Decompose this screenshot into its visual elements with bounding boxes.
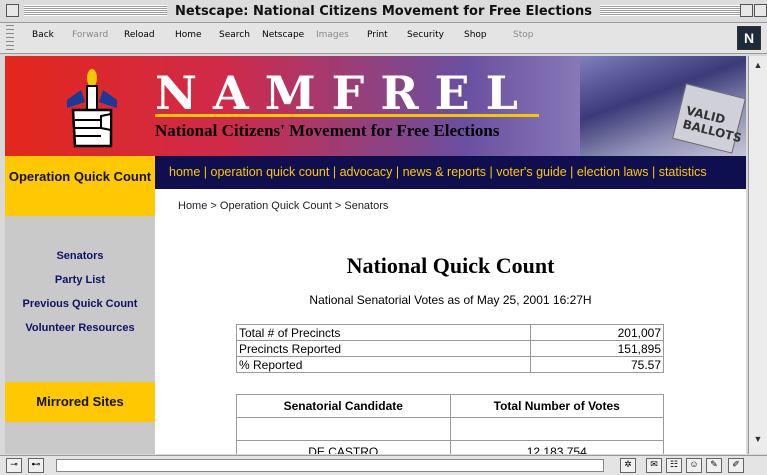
- window-title: Netscape: National Citizens Movement for…: [167, 4, 600, 19]
- navigator-component-icon[interactable]: ✲: [620, 458, 636, 473]
- stat-label: Total # of Precincts: [235, 324, 532, 341]
- breadcrumb: Home > Operation Quick Count > Senators: [178, 200, 388, 212]
- security-button[interactable]: Security: [407, 30, 444, 40]
- pen-icon[interactable]: ✐: [728, 458, 744, 473]
- table-row: Total # of Precincts 201,007: [235, 324, 664, 341]
- nav-separator: |: [570, 165, 574, 179]
- mail-component-icon[interactable]: ✉: [646, 458, 662, 473]
- composer-icon[interactable]: ✎: [706, 458, 722, 473]
- reload-button[interactable]: Reload: [124, 30, 155, 40]
- page-content: NAMFREL National Citizens' Movement for …: [5, 56, 746, 454]
- nav-separator: |: [395, 165, 400, 179]
- table-row: DE CASTRO 12,183,754: [236, 440, 664, 454]
- vertical-scrollbar[interactable]: ▲ ▼: [748, 56, 767, 454]
- breadcrumb-separator: >: [334, 200, 342, 212]
- breadcrumb-operation-quick-count[interactable]: Operation Quick Count: [220, 200, 332, 212]
- top-navbar: home | operation quick count | advocacy …: [155, 156, 746, 189]
- back-button[interactable]: Back: [32, 30, 54, 40]
- sidebar-mirrored-sites[interactable]: Mirrored Sites: [5, 382, 155, 422]
- nav-separator: |: [651, 165, 656, 179]
- address-book-icon[interactable]: ☺: [686, 458, 702, 473]
- print-button[interactable]: Print: [367, 30, 388, 40]
- banner-rule: [155, 114, 539, 117]
- votes-cell: [449, 417, 664, 441]
- nav-link-election-laws[interactable]: election laws: [577, 165, 649, 179]
- column-header-candidate: Senatorial Candidate: [236, 394, 451, 418]
- scroll-down-arrow-icon[interactable]: ▼: [752, 434, 764, 446]
- status-bar: ⊸ ⊷ ✲ ✉ ☷ ☺ ✎ ✐: [0, 455, 767, 475]
- votes-cell: 12,183,754: [449, 440, 664, 454]
- breadcrumb-current: Senators: [344, 200, 389, 212]
- namfrel-wordmark: NAMFREL: [155, 66, 534, 120]
- zoom-box-icon[interactable]: [740, 4, 753, 17]
- stat-value: 75.57: [530, 356, 664, 373]
- collapse-box-icon[interactable]: [754, 4, 767, 17]
- netscape-logo[interactable]: N: [737, 26, 761, 50]
- sidebar-link-previous-quick-count[interactable]: Previous Quick Count: [5, 298, 155, 310]
- stat-value: 151,895: [530, 340, 664, 357]
- precinct-stats-table: Total # of Precincts 201,007 Precincts R…: [235, 324, 664, 373]
- column-header-votes: Total Number of Votes: [449, 394, 664, 418]
- nav-links: home | operation quick count | advocacy …: [169, 165, 707, 179]
- namfrel-hand-logo: [67, 69, 117, 148]
- news-component-icon[interactable]: ☷: [666, 458, 682, 473]
- nav-link-operation-quick-count[interactable]: operation quick count: [211, 165, 330, 179]
- stop-button[interactable]: Stop: [513, 30, 533, 40]
- nav-link-news-reports[interactable]: news & reports: [403, 165, 486, 179]
- search-button[interactable]: Search: [219, 30, 250, 40]
- window-title-wrap: Netscape: National Citizens Movement for…: [0, 2, 767, 20]
- nav-separator: |: [489, 165, 493, 179]
- stat-value: 201,007: [530, 324, 664, 341]
- table-row: [236, 417, 664, 441]
- sidebar-link-party-list[interactable]: Party List: [5, 274, 155, 286]
- candidate-cell: [236, 417, 451, 441]
- nav-separator: |: [203, 165, 208, 179]
- sidebar-section-title: Operation Quick Count: [5, 156, 155, 216]
- ballot-box-image: VALID BALLOTS: [672, 83, 746, 154]
- breadcrumb-home[interactable]: Home: [178, 200, 207, 212]
- page-title: National Quick Count: [346, 253, 555, 278]
- page-subtitle: National Senatorial Votes as of May 25, …: [309, 293, 592, 307]
- forward-button[interactable]: Forward: [72, 30, 108, 40]
- navigation-toolbar: Back Forward Reload Home Search Netscape…: [0, 23, 767, 54]
- sidebar-link-senators[interactable]: Senators: [5, 250, 155, 262]
- nav-link-home[interactable]: home: [169, 165, 200, 179]
- breadcrumb-separator: >: [210, 200, 217, 212]
- connection-icon[interactable]: ⊷: [28, 458, 44, 473]
- shop-button[interactable]: Shop: [464, 30, 487, 40]
- stat-label: Precincts Reported: [235, 340, 532, 357]
- namfrel-banner: NAMFREL National Citizens' Movement for …: [5, 56, 746, 156]
- nav-link-voters-guide[interactable]: voter's guide: [496, 165, 566, 179]
- images-button[interactable]: Images: [316, 30, 349, 40]
- netscape-button[interactable]: Netscape: [262, 30, 304, 40]
- scroll-up-arrow-icon[interactable]: ▲: [752, 60, 764, 72]
- ballot-photo: VALID BALLOTS: [580, 56, 746, 156]
- ballot-box-text: VALID BALLOTS: [681, 103, 744, 146]
- left-sidebar: Operation Quick Count Senators Party Lis…: [5, 156, 155, 454]
- banner-tagline: National Citizens' Movement for Free Ele…: [155, 121, 500, 140]
- table-row: % Reported 75.57: [235, 356, 664, 373]
- window-titlebar[interactable]: Netscape: National Citizens Movement for…: [0, 0, 767, 23]
- stat-label: % Reported: [235, 356, 532, 373]
- toolbar-grip-icon[interactable]: [6, 25, 14, 51]
- nav-separator: |: [332, 165, 337, 179]
- nav-link-statistics[interactable]: statistics: [659, 165, 707, 179]
- security-lock-icon[interactable]: ⊸: [6, 458, 22, 473]
- candidate-cell: DE CASTRO: [236, 440, 451, 454]
- table-header-row: Senatorial Candidate Total Number of Vot…: [236, 394, 664, 418]
- nav-link-advocacy[interactable]: advocacy: [340, 165, 393, 179]
- sidebar-link-volunteer-resources[interactable]: Volunteer Resources: [5, 322, 155, 334]
- home-button[interactable]: Home: [175, 30, 202, 40]
- table-row: Precincts Reported 151,895: [235, 340, 664, 357]
- status-text-field: [56, 459, 604, 472]
- senatorial-votes-table: Senatorial Candidate Total Number of Vot…: [236, 394, 664, 454]
